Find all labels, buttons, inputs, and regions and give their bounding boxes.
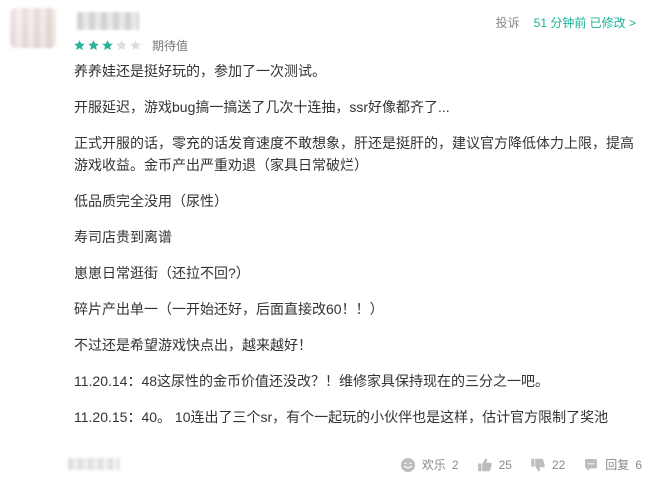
avatar[interactable]	[10, 8, 56, 48]
happy-count: 2	[451, 457, 459, 472]
like-count: 25	[498, 457, 512, 472]
rating-row: 期待值	[73, 37, 188, 53]
comment-icon	[583, 457, 599, 473]
review-body: 养养娃还是挺好玩的，参加了一次测试。 开服延迟，游戏bug搞一搞送了几次十连抽，…	[74, 60, 639, 442]
edited-time-link[interactable]: 51 分钟前 已修改 >	[534, 14, 636, 31]
username-obscured[interactable]	[77, 12, 139, 30]
star-rating	[73, 39, 142, 52]
review-paragraph: 低品质完全没用（尿性）	[74, 193, 228, 209]
reply-button[interactable]: 回复 6	[583, 456, 642, 473]
dislike-button[interactable]: 22	[530, 457, 565, 473]
happy-button[interactable]: 欢乐 2	[400, 456, 459, 473]
star-filled-icon	[87, 39, 100, 52]
review-paragraph: 崽崽日常逛街（还拉不回?）	[74, 265, 250, 281]
rating-label: 期待值	[152, 38, 189, 53]
review-paragraph: 正式开服的话，零充的话发育速度不敢想象，肝还是挺肝的，建议官方降低体力上限，提高…	[74, 135, 634, 173]
thumbs-up-icon	[477, 457, 493, 473]
review-header: 期待值 投诉 51 分钟前 已修改 >	[0, 0, 648, 56]
like-button[interactable]: 25	[477, 457, 512, 473]
review-actions: 欢乐 2 25 22 回复 6	[400, 456, 642, 473]
review-paragraph: 寿司店贵到离谱	[74, 229, 172, 245]
report-link[interactable]: 投诉	[496, 14, 520, 31]
header-actions: 投诉 51 分钟前 已修改 >	[496, 14, 636, 31]
review-paragraph: 开服延迟，游戏bug搞一搞送了几次十连抽，ssr好像都齐了...	[74, 99, 450, 115]
review-paragraph: 碎片产出单一（一开始还好，后面直接改60！！）	[74, 301, 384, 317]
reply-label: 回复	[605, 458, 630, 472]
star-filled-icon	[73, 39, 86, 52]
happy-label: 欢乐	[421, 458, 446, 472]
thumbs-down-icon	[530, 457, 546, 473]
dislike-count: 22	[551, 457, 566, 472]
smile-icon	[400, 457, 416, 473]
star-filled-icon	[101, 39, 114, 52]
review-paragraph: 不过还是希望游戏快点出，越来越好！	[74, 337, 312, 353]
review-paragraph: 11.20.14：48这尿性的金币价值还没改？！维修家具保持现在的三分之一吧。	[74, 373, 550, 389]
device-info-obscured	[68, 458, 120, 470]
review-footer: 欢乐 2 25 22 回复 6	[0, 452, 648, 478]
reply-count: 6	[635, 457, 642, 472]
star-empty-icon	[129, 39, 142, 52]
review-paragraph: 养养娃还是挺好玩的，参加了一次测试。	[74, 63, 326, 79]
star-empty-icon	[115, 39, 128, 52]
review-paragraph: 11.20.15：40。 10连出了三个sr，有个一起玩的小伙伴也是这样，估计官…	[74, 409, 609, 425]
